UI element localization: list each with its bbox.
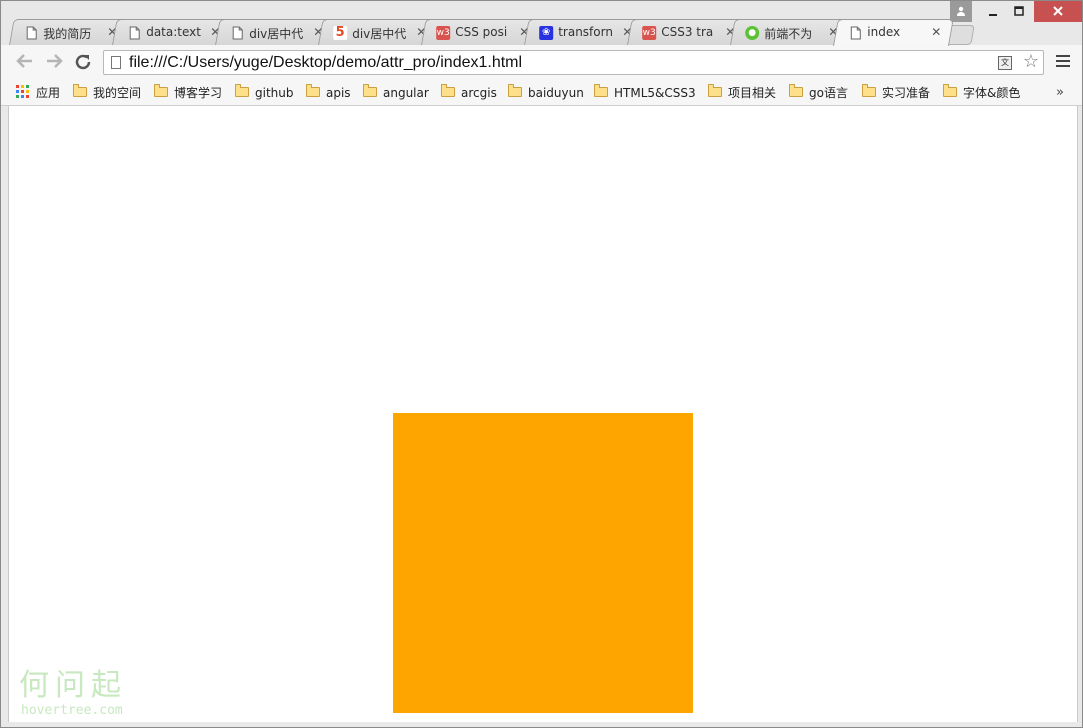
folder-icon bbox=[943, 84, 957, 97]
address-bar[interactable]: file:///C:/Users/yuge/Desktop/demo/attr_… bbox=[103, 50, 1044, 75]
tab-3[interactable]: div居中代 ✕ bbox=[215, 19, 336, 45]
bookmark-label: HTML5&CSS3 bbox=[614, 86, 696, 100]
folder-icon bbox=[594, 84, 608, 97]
tab-title: data:text bbox=[146, 25, 201, 39]
bookmark-label: 博客学习 bbox=[174, 86, 223, 100]
page-icon bbox=[230, 26, 244, 40]
folder-icon bbox=[235, 84, 249, 97]
folder-icon bbox=[363, 84, 377, 97]
bookmark-folder[interactable]: go语言 bbox=[789, 83, 848, 103]
minimize-button[interactable] bbox=[980, 1, 1006, 22]
tab-title: transforn bbox=[558, 25, 613, 39]
menu-icon[interactable] bbox=[1056, 55, 1070, 69]
tab-title: CSS3 tra bbox=[661, 25, 714, 39]
bookmarks-bar: 应用 我的空间 博客学习 github apis angular arcgis … bbox=[1, 81, 1082, 106]
bookmark-label: angular bbox=[383, 86, 429, 100]
tab-8[interactable]: ● 前端不为 ✕ bbox=[730, 19, 851, 45]
back-button[interactable] bbox=[15, 53, 35, 73]
apps-grid-icon bbox=[16, 85, 30, 99]
tab-5[interactable]: w3 CSS posi ✕ bbox=[421, 19, 542, 45]
w3-icon: w3 bbox=[436, 26, 451, 40]
profile-icon[interactable] bbox=[950, 1, 972, 22]
tab-9-active[interactable]: index ✕ bbox=[833, 19, 954, 46]
bookmark-apps[interactable]: 应用 bbox=[16, 83, 60, 103]
bookmark-label: 应用 bbox=[36, 86, 61, 100]
folder-icon bbox=[306, 84, 320, 97]
bookmark-folder[interactable]: angular bbox=[363, 83, 429, 103]
bookmark-label: 项目相关 bbox=[728, 86, 777, 100]
close-icon[interactable]: ✕ bbox=[931, 25, 943, 39]
tab-title: 我的简历 bbox=[43, 27, 92, 41]
title-bar: 我的简历 ✕ data:text ✕ div居中代 ✕ 5 div居中代 ✕ w… bbox=[1, 1, 1082, 46]
w3-icon: w3 bbox=[642, 26, 657, 40]
bookmark-label: arcgis bbox=[461, 86, 497, 100]
tab-title: index bbox=[867, 25, 901, 39]
folder-icon bbox=[708, 84, 722, 97]
tab-2[interactable]: data:text ✕ bbox=[112, 19, 233, 45]
wechat-icon: ● bbox=[745, 26, 760, 40]
bookmark-folder[interactable]: apis bbox=[306, 83, 351, 103]
browser-window: 我的简历 ✕ data:text ✕ div居中代 ✕ 5 div居中代 ✕ w… bbox=[0, 0, 1083, 728]
window-controls bbox=[950, 1, 1082, 22]
browser-toolbar: file:///C:/Users/yuge/Desktop/demo/attr_… bbox=[1, 45, 1082, 81]
bookmark-label: 字体&颜色 bbox=[963, 86, 1021, 100]
bookmark-label: 实习准备 bbox=[882, 86, 931, 100]
folder-icon bbox=[508, 84, 522, 97]
watermark-cn: 何问起 bbox=[19, 668, 127, 703]
orange-box bbox=[393, 413, 693, 713]
bookmark-folder[interactable]: github bbox=[235, 83, 293, 103]
tab-title: CSS posi bbox=[455, 25, 508, 39]
bookmark-label: go语言 bbox=[809, 86, 848, 100]
bookmarks-overflow-button[interactable]: » bbox=[1056, 83, 1064, 103]
star-icon[interactable]: ☆ bbox=[1023, 52, 1039, 72]
page-icon bbox=[111, 56, 121, 69]
bookmark-folder[interactable]: arcgis bbox=[441, 83, 497, 103]
tab-title: div居中代 bbox=[249, 27, 304, 41]
bookmark-label: apis bbox=[326, 86, 351, 100]
folder-icon bbox=[789, 84, 803, 97]
page-icon bbox=[127, 26, 141, 40]
folder-icon bbox=[154, 84, 168, 97]
bookmark-folder[interactable]: 博客学习 bbox=[154, 83, 222, 103]
bookmark-label: baiduyun bbox=[528, 86, 584, 100]
tab-title: div居中代 bbox=[352, 27, 407, 41]
bookmark-folder[interactable]: baiduyun bbox=[508, 83, 584, 103]
folder-icon bbox=[862, 84, 876, 97]
tab-6[interactable]: ❀ transforn ✕ bbox=[524, 19, 645, 45]
page-icon bbox=[24, 26, 38, 40]
translate-icon[interactable]: 文 bbox=[998, 56, 1012, 70]
html5-icon: 5 bbox=[333, 25, 348, 40]
folder-icon bbox=[441, 84, 455, 97]
bookmark-folder[interactable]: 实习准备 bbox=[862, 83, 930, 103]
watermark: 何问起 hovertree.com bbox=[19, 668, 127, 718]
tab-7[interactable]: w3 CSS3 tra ✕ bbox=[627, 19, 748, 45]
close-window-button[interactable] bbox=[1034, 1, 1082, 22]
bookmark-label: github bbox=[255, 86, 294, 100]
forward-button[interactable] bbox=[44, 53, 64, 73]
folder-icon bbox=[73, 84, 87, 97]
baidu-paw-icon: ❀ bbox=[539, 26, 554, 40]
reload-button[interactable] bbox=[73, 53, 93, 73]
bookmark-label: 我的空间 bbox=[93, 86, 142, 100]
url-text[interactable]: file:///C:/Users/yuge/Desktop/demo/attr_… bbox=[129, 54, 522, 72]
maximize-button[interactable] bbox=[1006, 1, 1032, 22]
tab-4[interactable]: 5 div居中代 ✕ bbox=[318, 19, 439, 45]
page-viewport: 何问起 hovertree.com bbox=[8, 106, 1078, 722]
tab-title: 前端不为 bbox=[764, 27, 813, 41]
page-icon bbox=[848, 26, 862, 40]
bookmark-folder[interactable]: HTML5&CSS3 bbox=[594, 83, 696, 103]
bookmark-folder[interactable]: 项目相关 bbox=[708, 83, 776, 103]
bookmark-folder[interactable]: 字体&颜色 bbox=[943, 83, 1020, 103]
bookmark-folder[interactable]: 我的空间 bbox=[73, 83, 141, 103]
watermark-en: hovertree.com bbox=[21, 703, 123, 718]
tab-1[interactable]: 我的简历 ✕ bbox=[9, 19, 130, 45]
